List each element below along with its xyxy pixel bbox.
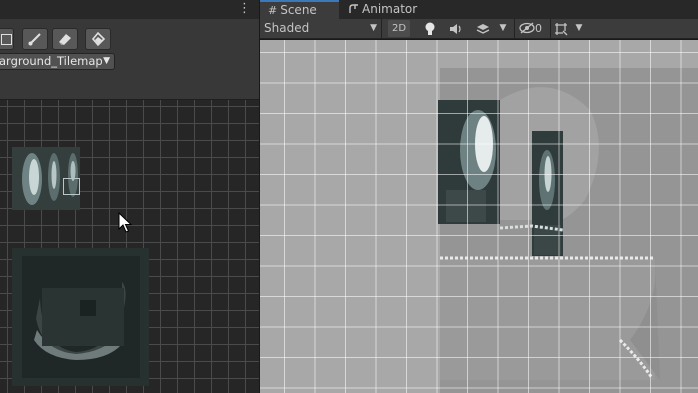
fill-tool-button[interactable]: [85, 28, 111, 50]
paintbrush-icon: [28, 33, 41, 46]
tab-animator[interactable]: Animator: [345, 0, 417, 19]
tile-palette-panel: ⋮ arground_Tilemap ▼: [0, 0, 259, 393]
palette-toolbar: arground_Tilemap ▼: [0, 19, 259, 100]
panel-menu-icon[interactable]: ⋮: [238, 0, 251, 17]
lighting-toggle[interactable]: [420, 19, 440, 38]
audio-toggle[interactable]: [446, 19, 466, 38]
eraser-tool-button[interactable]: [52, 28, 78, 50]
cave-tiles[interactable]: [12, 248, 149, 386]
chevron-down-icon: ▼: [370, 23, 377, 33]
fill-bucket-icon: [91, 31, 106, 47]
paintbrush-tool-button[interactable]: [22, 28, 48, 50]
layers-icon: [476, 24, 490, 34]
chevron-down-icon: ▼: [499, 23, 507, 33]
hidden-objects-toggle[interactable]: 0: [514, 19, 546, 38]
tab-bar: # Scene Animator: [260, 0, 698, 19]
tile-selection-marker: [63, 178, 80, 195]
chevron-down-icon: ▼: [103, 56, 110, 66]
lightbulb-icon: [425, 22, 435, 35]
speaker-icon: [450, 24, 461, 34]
tab-animator-label: Animator: [362, 2, 418, 16]
select-tool-button[interactable]: [0, 28, 14, 50]
active-tilemap-label: arground_Tilemap: [0, 54, 103, 68]
eraser-icon: [59, 34, 71, 45]
hidden-count: 0: [535, 22, 542, 35]
scene-panel: # Scene Animator Shaded ▼ 2D ▼ 0 ▼: [260, 0, 698, 393]
scene-viewport[interactable]: [260, 40, 698, 393]
animator-icon: [349, 4, 358, 13]
grid-snap-icon: [554, 23, 567, 36]
tab-scene[interactable]: # Scene: [260, 0, 339, 19]
mouse-cursor-icon: [118, 212, 132, 233]
active-tilemap-dropdown[interactable]: arground_Tilemap ▼: [0, 53, 115, 70]
scene-toolbar: Shaded ▼ 2D ▼ 0 ▼: [260, 19, 698, 39]
tab-scene-label: Scene: [280, 3, 317, 17]
eye-slash-icon: [519, 22, 535, 34]
palette-header: ⋮: [0, 0, 259, 19]
grid-icon: #: [268, 4, 278, 17]
shading-mode-label: Shaded: [264, 21, 310, 35]
2d-mode-toggle[interactable]: 2D: [388, 20, 410, 37]
effects-toggle[interactable]: [472, 19, 494, 38]
chevron-down-icon: ▼: [575, 23, 583, 33]
scene-grid-overlay: [260, 40, 698, 393]
select-icon: [0, 33, 12, 45]
effects-dropdown[interactable]: ▼: [496, 19, 510, 38]
gizmos-dropdown[interactable]: ▼: [572, 19, 586, 38]
gizmos-toggle[interactable]: [550, 19, 570, 38]
shading-mode-dropdown[interactable]: Shaded ▼: [260, 19, 382, 38]
